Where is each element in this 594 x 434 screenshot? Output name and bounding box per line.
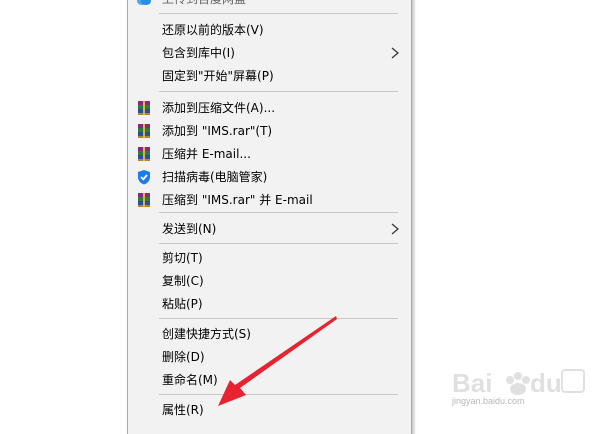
- menu-item-compress-and-email[interactable]: 压缩并 E-mail...: [128, 143, 411, 165]
- menu-item-label: 删除(D): [162, 350, 205, 364]
- menu-item-label: 压缩到 "IMS.rar" 并 E-mail: [162, 193, 313, 207]
- winrar-icon: [138, 124, 150, 138]
- winrar-icon: [138, 193, 150, 207]
- menu-separator: [159, 394, 398, 395]
- menu-item-label: 剪切(T): [162, 251, 203, 265]
- menu-item-cut[interactable]: 剪切(T): [128, 247, 411, 269]
- menu-item-label: 属性(R): [162, 403, 204, 417]
- menu-separator: [159, 318, 398, 319]
- menu-separator: [159, 91, 398, 92]
- baidu-netdisk-icon: [137, 0, 151, 5]
- menu-item-pin-to-start[interactable]: 固定到"开始"屏幕(P): [128, 65, 411, 87]
- menu-item-add-to-ims-rar[interactable]: 添加到 "IMS.rar"(T): [128, 120, 411, 142]
- svg-text:du: du: [530, 368, 562, 398]
- menu-item-label: 还原以前的版本(V): [162, 23, 264, 37]
- menu-item-include-in-library[interactable]: 包含到库中(I): [128, 42, 411, 64]
- tencent-shield-icon: [138, 170, 150, 185]
- watermark-url: jingyan.baidu.com: [452, 396, 525, 406]
- menu-item-add-to-archive[interactable]: 添加到压缩文件(A)...: [128, 97, 411, 119]
- menu-item-label: 扫描病毒(电脑管家): [162, 170, 268, 184]
- menu-separator: [159, 243, 398, 244]
- menu-item-label: 压缩并 E-mail...: [162, 147, 251, 161]
- menu-item-create-shortcut[interactable]: 创建快捷方式(S): [128, 323, 411, 345]
- menu-item-label: 创建快捷方式(S): [162, 327, 251, 341]
- menu-item-label: 添加到 "IMS.rar"(T): [162, 124, 273, 138]
- menu-item-label: 固定到"开始"屏幕(P): [162, 69, 274, 83]
- menu-item-label: 添加到压缩文件(A)...: [162, 101, 276, 115]
- menu-item-upload-baidu-netdisk[interactable]: 上传到百度网盘: [128, 0, 411, 10]
- winrar-icon: [138, 147, 150, 161]
- menu-item-delete[interactable]: 删除(D): [128, 346, 411, 368]
- menu-item-scan-virus[interactable]: 扫描病毒(电脑管家): [128, 166, 411, 188]
- svg-text:Bai: Bai: [452, 368, 492, 398]
- chevron-right-icon: [391, 47, 399, 59]
- context-menu: 上传到百度网盘 还原以前的版本(V) 包含到库中(I) 固定到"开始"屏幕(P)…: [127, 0, 412, 434]
- menu-item-paste[interactable]: 粘贴(P): [128, 293, 411, 315]
- menu-item-label: 粘贴(P): [162, 297, 203, 311]
- menu-item-rename[interactable]: 重命名(M): [128, 369, 411, 391]
- menu-separator: [159, 212, 398, 213]
- menu-item-restore-previous-versions[interactable]: 还原以前的版本(V): [128, 19, 411, 41]
- menu-item-label: 包含到库中(I): [162, 46, 235, 60]
- menu-item-label: 发送到(N): [162, 222, 217, 236]
- menu-item-label: 上传到百度网盘: [162, 0, 246, 10]
- menu-item-properties[interactable]: 属性(R): [128, 399, 411, 421]
- menu-item-label: 复制(C): [162, 274, 204, 288]
- menu-item-send-to[interactable]: 发送到(N): [128, 218, 411, 240]
- menu-item-copy[interactable]: 复制(C): [128, 270, 411, 292]
- menu-item-label: 重命名(M): [162, 373, 218, 387]
- chevron-right-icon: [391, 223, 399, 235]
- menu-separator: [159, 13, 398, 14]
- baidu-jingyan-logo: Bai du: [452, 368, 585, 398]
- menu-item-compress-to-ims-rar-and-email[interactable]: 压缩到 "IMS.rar" 并 E-mail: [128, 189, 411, 211]
- winrar-icon: [138, 101, 150, 115]
